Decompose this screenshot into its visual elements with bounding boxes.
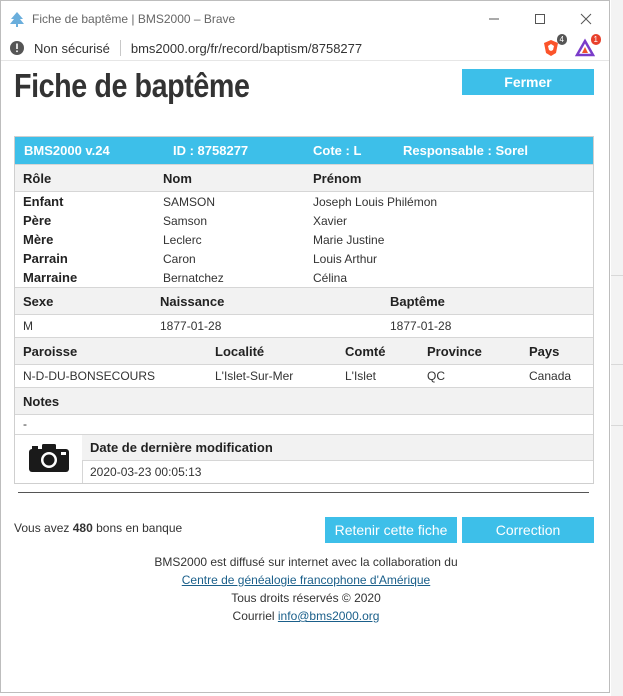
close-icon[interactable]: [563, 1, 609, 36]
background-line: [611, 364, 623, 365]
titlebar: Fiche de baptême | BMS2000 – Brave: [1, 1, 609, 36]
url-field[interactable]: bms2000.org/fr/record/baptism/8758277: [131, 41, 541, 56]
event-header: Sexe Naissance Baptême: [15, 287, 593, 314]
background-line: [611, 275, 623, 276]
footer-link-line: Centre de généalogie francophone d'Améri…: [1, 573, 609, 587]
modification-row: Date de dernière modification 2020-03-23…: [15, 434, 593, 483]
persons-header: Rôle Nom Prénom: [15, 164, 593, 191]
nom-mere: Leclerc: [163, 233, 202, 247]
shield-count: 4: [556, 34, 567, 45]
place-values: N-D-DU-BONSECOURS L'Islet-Sur-Mer L'Isle…: [15, 364, 593, 387]
naissance-value: 1877-01-28: [160, 319, 222, 333]
pays-value: Canada: [529, 369, 572, 383]
prenom-parrain: Louis Arthur: [313, 252, 378, 266]
bapteme-value: 1877-01-28: [390, 319, 452, 333]
localite-value: L'Islet-Sur-Mer: [215, 369, 294, 383]
notes-label: Notes: [23, 394, 60, 409]
comte-value: L'Islet: [345, 369, 376, 383]
header-pays: Pays: [529, 344, 560, 359]
brave-rewards-icon[interactable]: 1: [574, 34, 601, 58]
responsable-label: Responsable : Sorel: [403, 143, 528, 158]
notes-header: Notes: [15, 387, 593, 414]
header-prenom: Prénom: [313, 171, 362, 186]
rewards-count: 1: [590, 34, 601, 45]
header-role: Rôle: [23, 171, 52, 186]
header-paroisse: Paroisse: [23, 344, 78, 359]
header-localite: Localité: [215, 344, 265, 359]
bank-prefix: Vous avez: [14, 521, 70, 535]
header-bapteme: Baptême: [390, 294, 445, 309]
header-province: Province: [427, 344, 482, 359]
background-page: [611, 0, 623, 696]
row-divider: [82, 460, 593, 461]
prenom-marraine: Célina: [313, 271, 348, 285]
role-pere: Père: [23, 213, 52, 228]
security-label[interactable]: Non sécurisé: [34, 41, 110, 56]
place-header: Paroisse Localité Comté Province Pays: [15, 337, 593, 364]
browser-popup-window: Fiche de baptême | BMS2000 – Brave Non s…: [0, 0, 610, 693]
bank-suffix: bons en banque: [96, 521, 183, 535]
cote-label: Cote : L: [313, 143, 362, 158]
close-button[interactable]: Fermer: [462, 69, 594, 95]
header-comte: Comté: [345, 344, 386, 359]
notes-value: -: [23, 417, 27, 431]
background-line: [611, 425, 623, 426]
brave-shield-icon[interactable]: 4: [541, 34, 567, 58]
address-bar: Non sécurisé bms2000.org/fr/record/bapti…: [1, 34, 609, 61]
correction-button[interactable]: Correction: [462, 517, 594, 543]
nom-marraine: Bernatchez: [163, 271, 224, 285]
warning-icon[interactable]: [9, 40, 25, 56]
version-label: BMS2000 v.24: [24, 143, 110, 158]
camera-cell: [15, 435, 83, 483]
minimize-icon[interactable]: [471, 1, 517, 36]
header-nom: Nom: [163, 171, 192, 186]
camera-icon[interactable]: [28, 443, 70, 476]
nom-pere: Samson: [163, 214, 208, 228]
bank-balance: Vous avez 480 bons en banque: [14, 521, 182, 535]
prenom-pere: Xavier: [313, 214, 348, 228]
divider: [119, 40, 121, 56]
tree-icon: [8, 10, 26, 28]
maximize-icon[interactable]: [517, 1, 563, 36]
record-id: ID : 8758277: [173, 143, 249, 158]
bank-amount: 480: [72, 521, 93, 535]
prenom-mere: Marie Justine: [313, 233, 385, 247]
event-values: M 1877-01-28 1877-01-28: [15, 314, 593, 337]
horizontal-rule: [18, 492, 589, 493]
notes-row: -: [15, 414, 593, 434]
prenom-enfant: Joseph Louis Philémon: [313, 195, 438, 209]
retain-record-button[interactable]: Retenir cette fiche: [325, 517, 457, 543]
paroisse-value: N-D-DU-BONSECOURS: [23, 369, 155, 383]
role-parrain: Parrain: [23, 251, 68, 266]
modification-value: 2020-03-23 00:05:13: [90, 465, 202, 479]
record-card: BMS2000 v.24 ID : 8758277 Cote : L Respo…: [14, 136, 594, 484]
page-title: Fiche de baptême: [14, 67, 250, 104]
header-naissance: Naissance: [160, 294, 225, 309]
email-link[interactable]: info@bms2000.org: [278, 609, 380, 623]
role-enfant: Enfant: [23, 194, 64, 209]
nom-enfant: SAMSON: [163, 195, 216, 209]
role-marraine: Marraine: [23, 270, 78, 285]
window-title: Fiche de baptême | BMS2000 – Brave: [32, 11, 236, 26]
modification-label: Date de dernière modification: [90, 440, 273, 455]
footer-line1: BMS2000 est diffusé sur internet avec la…: [154, 555, 458, 569]
footer-mail-line: Courriel info@bms2000.org: [1, 609, 609, 623]
mail-prefix: Courriel: [232, 609, 275, 623]
cgfa-link[interactable]: Centre de généalogie francophone d'Améri…: [182, 573, 430, 587]
province-value: QC: [427, 369, 445, 383]
footer-copyright: Tous droits réservés © 2020: [231, 591, 381, 605]
record-header: BMS2000 v.24 ID : 8758277 Cote : L Respo…: [15, 137, 593, 164]
role-mere: Mère: [23, 232, 54, 247]
sexe-value: M: [23, 319, 33, 333]
persons-list: Enfant SAMSON Joseph Louis Philémon Père…: [15, 191, 593, 287]
header-sexe: Sexe: [23, 294, 54, 309]
nom-parrain: Caron: [163, 252, 196, 266]
